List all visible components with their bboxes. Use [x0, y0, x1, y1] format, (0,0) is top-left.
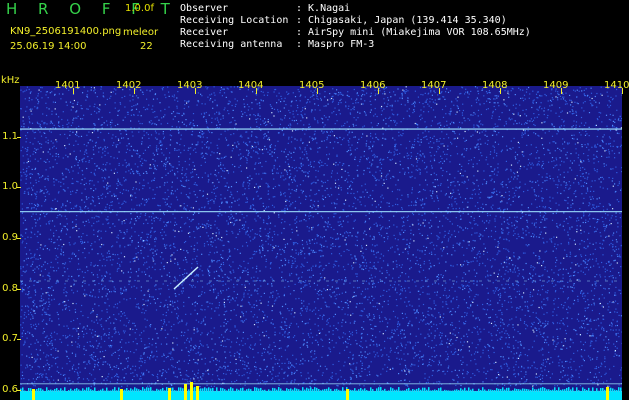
y-tick-label: 1.1 — [2, 130, 18, 142]
x-tick-label: 1406 — [360, 80, 386, 91]
meteor-count: 22 — [140, 41, 153, 52]
x-tick-label: 1402 — [116, 80, 142, 91]
x-tick-mark — [317, 88, 318, 94]
y-tick-label: 0.6 — [2, 383, 18, 395]
spectrogram-plot — [20, 86, 622, 400]
x-tick-label: 1409 — [543, 80, 569, 91]
x-tick-mark — [561, 88, 562, 94]
receiver-label: Receiver — [180, 27, 229, 38]
version-label: 1.0.0f — [125, 3, 154, 14]
y-tick-label: 0.9 — [2, 231, 18, 243]
y-tick-mark — [17, 187, 21, 189]
y-tick-mark — [17, 288, 21, 290]
filename-label: KN9_2506191400.png — [10, 26, 122, 37]
x-tick-label: 1407 — [421, 80, 447, 91]
x-tick-label: 1401 — [55, 80, 81, 91]
spectrogram-background — [20, 86, 622, 400]
y-tick-mark — [17, 136, 21, 138]
x-tick-label: 1408 — [482, 80, 508, 91]
meteor-label: meleor — [123, 27, 159, 38]
header-panel: H R O F F T 1.0.0f KN9_2506191400.png me… — [0, 0, 629, 76]
y-tick-label: 1.0 — [2, 181, 18, 193]
y-tick-label: 0.7 — [2, 333, 18, 345]
carrier-band — [20, 392, 622, 400]
location-value: : Chigasaki, Japan (139.414 35.340) — [296, 15, 507, 26]
receiver-value: : AirSpy mini (Miakejima VOR 108.65MHz) — [296, 27, 531, 38]
x-tick-label: 1410 — [604, 80, 629, 91]
location-label: Receiving Location — [180, 15, 289, 26]
observer-label: Observer — [180, 3, 229, 14]
y-tick-mark — [17, 389, 21, 391]
timestamp-label: 25.06.19 14:00 — [10, 41, 87, 52]
x-tick-mark — [195, 88, 196, 94]
y-tick-mark — [17, 339, 21, 341]
y-tick-mark — [17, 237, 21, 239]
x-tick-label: 1404 — [238, 80, 264, 91]
x-tick-label: 1403 — [177, 80, 203, 91]
y-tick-label: 0.8 — [2, 282, 18, 294]
y-axis-label: kHz — [1, 75, 20, 86]
x-tick-mark — [134, 88, 135, 94]
x-tick-label: 1405 — [299, 80, 325, 91]
x-tick-mark — [500, 88, 501, 94]
x-tick-mark — [622, 88, 623, 94]
x-tick-mark — [378, 88, 379, 94]
antenna-label: Receiving antenna — [180, 39, 283, 50]
x-tick-mark — [256, 88, 257, 94]
x-tick-mark — [439, 88, 440, 94]
x-tick-mark — [73, 88, 74, 94]
spectrogram-svg — [20, 86, 622, 400]
antenna-value: : Maspro FM-3 — [296, 39, 375, 50]
observer-value: : K.Nagai — [296, 3, 351, 14]
